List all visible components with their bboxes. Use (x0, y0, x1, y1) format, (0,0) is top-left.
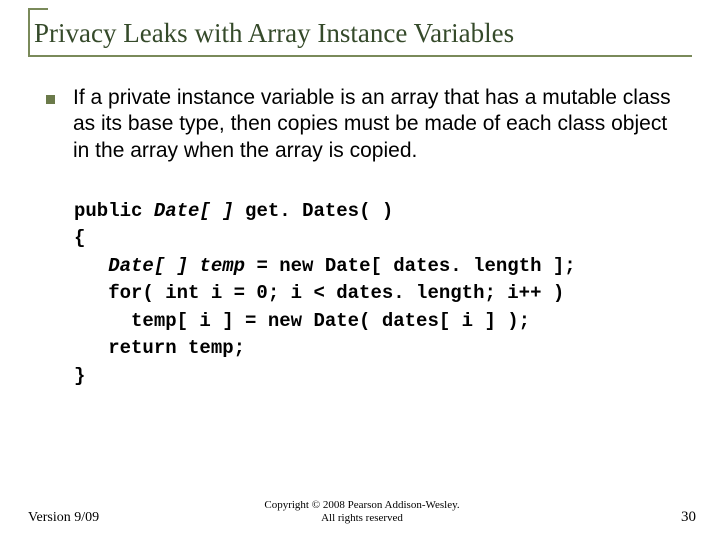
copyright-text: Copyright © 2008 Pearson Addison-Wesley.… (264, 499, 459, 527)
bullet-item: If a private instance variable is an arr… (46, 85, 682, 164)
code-line-1: public Date[ ] get. Dates( ) (74, 200, 393, 222)
code-line-4: for( int i = 0; i < dates. length; i++ ) (74, 282, 564, 304)
page-number: 30 (681, 509, 696, 526)
square-bullet-icon (46, 95, 55, 104)
code-block: public Date[ ] get. Dates( ) { Date[ ] t… (46, 198, 682, 391)
bullet-text: If a private instance variable is an arr… (73, 85, 682, 164)
slide-title: Privacy Leaks with Array Instance Variab… (28, 18, 692, 49)
code-line-2: { (74, 227, 85, 249)
slide-body: If a private instance variable is an arr… (28, 85, 692, 391)
slide: Privacy Leaks with Array Instance Variab… (0, 0, 720, 540)
code-line-6: return temp; (74, 337, 245, 359)
code-line-3: Date[ ] temp = new Date[ dates. length ]… (74, 255, 576, 277)
title-container: Privacy Leaks with Array Instance Variab… (28, 18, 692, 57)
code-line-7: } (74, 365, 85, 387)
code-line-5: temp[ i ] = new Date( dates[ i ] ); (74, 310, 530, 332)
version-label: Version 9/09 (28, 510, 99, 526)
footer: Version 9/09 Copyright © 2008 Pearson Ad… (28, 509, 696, 526)
